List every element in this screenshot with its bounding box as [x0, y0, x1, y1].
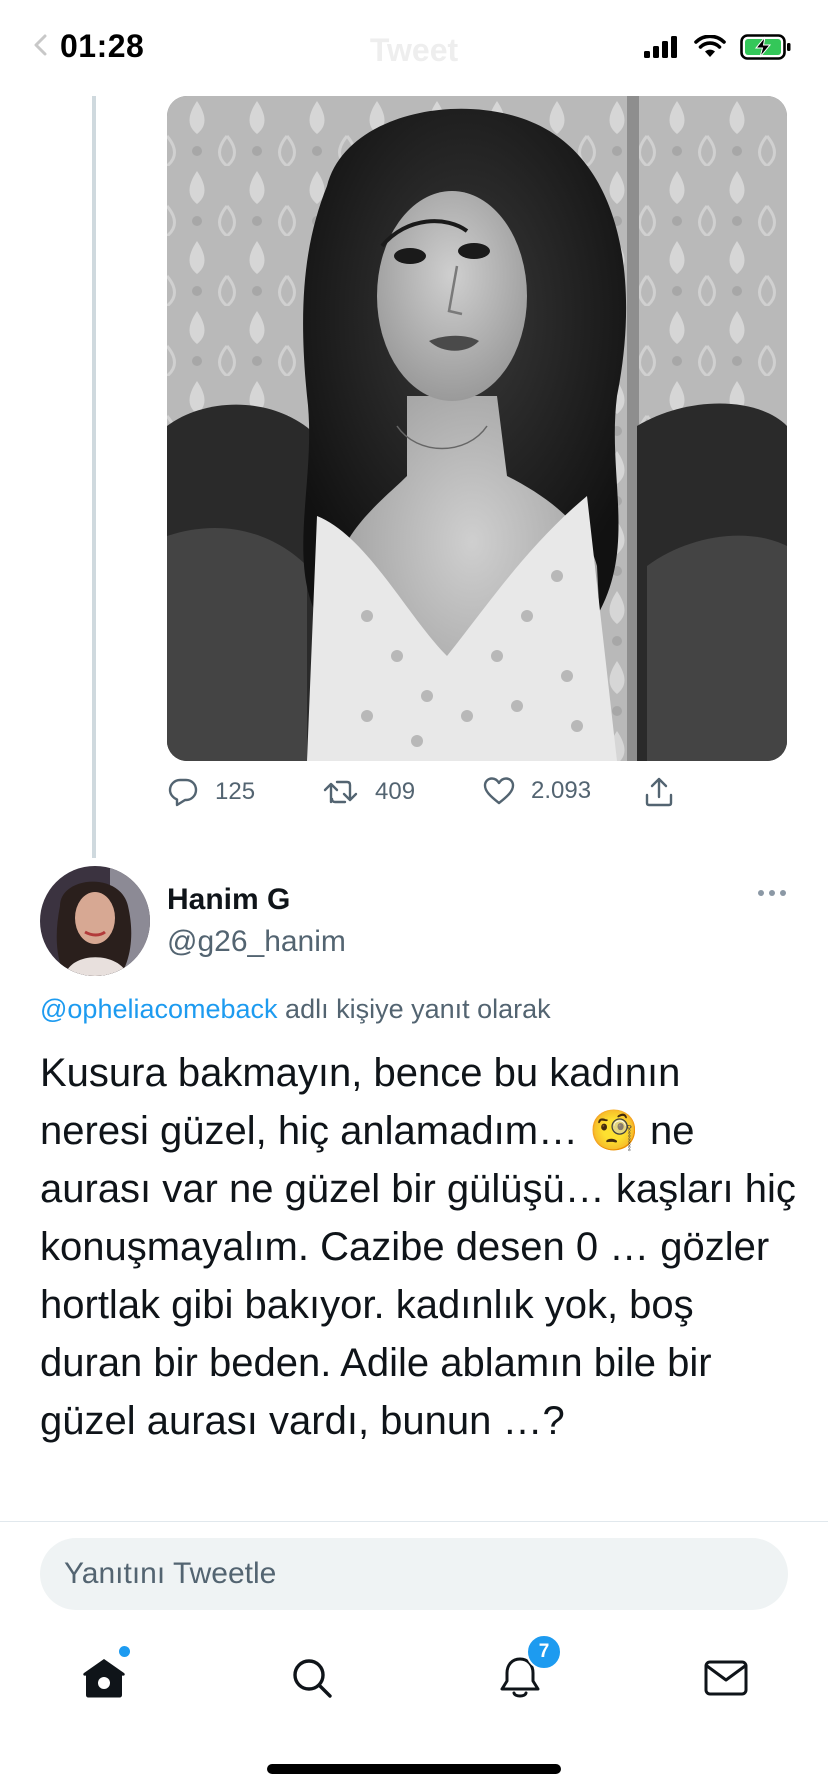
reply-action[interactable]: 125	[167, 776, 255, 808]
wifi-icon	[694, 35, 726, 57]
user-handle[interactable]: @g26_hanim	[167, 925, 346, 959]
like-count: 2.093	[531, 777, 592, 804]
tweet-photo[interactable]	[167, 96, 787, 761]
home-unread-dot	[119, 1646, 130, 1657]
tab-search[interactable]	[282, 1648, 342, 1708]
notification-badge: 7	[526, 1634, 562, 1670]
retweet-count: 409	[375, 778, 416, 805]
reply-count: 125	[215, 778, 256, 805]
avatar[interactable]	[40, 866, 150, 976]
tweet-action-bar: 125 409 2.093	[167, 776, 707, 822]
tab-notifications[interactable]: 7	[490, 1634, 562, 1708]
like-action[interactable]: 2.093	[483, 776, 591, 806]
home-icon	[83, 1659, 125, 1698]
tab-bar: 7	[0, 1624, 828, 1744]
reply-context: @opheliacomeback adlı kişiye yanıt olara…	[40, 994, 551, 1025]
tab-messages[interactable]	[696, 1648, 756, 1708]
more-options-icon[interactable]	[758, 890, 786, 896]
share-action[interactable]	[643, 776, 675, 808]
photo-image	[167, 96, 787, 761]
display-name[interactable]: Hanim G	[167, 883, 290, 917]
reply-bubble-icon	[168, 778, 198, 807]
status-icons	[644, 34, 792, 60]
envelope-icon	[704, 1660, 748, 1696]
divider	[0, 1521, 828, 1522]
battery-charging-icon	[740, 34, 791, 60]
heart-icon	[483, 777, 515, 805]
tweet-text: Kusura bakmayın, bence bu kadının neresi…	[40, 1051, 808, 1443]
reply-to-mention-link[interactable]: @opheliacomeback	[40, 994, 278, 1024]
retweet-action[interactable]: 409	[323, 776, 415, 808]
search-icon	[293, 1659, 332, 1698]
reply-context-suffix: adlı kişiye yanıt olarak	[277, 994, 551, 1024]
cellular-signal-icon	[644, 36, 677, 58]
thread-connector-line	[92, 96, 96, 858]
share-icon	[645, 777, 673, 807]
status-bar: 01:28 Tweet	[0, 0, 828, 96]
reply-input[interactable]	[40, 1538, 788, 1610]
avatar-image	[40, 866, 150, 976]
retweet-icon	[323, 780, 358, 804]
tab-home[interactable]	[74, 1646, 134, 1708]
home-indicator[interactable]	[267, 1764, 561, 1774]
